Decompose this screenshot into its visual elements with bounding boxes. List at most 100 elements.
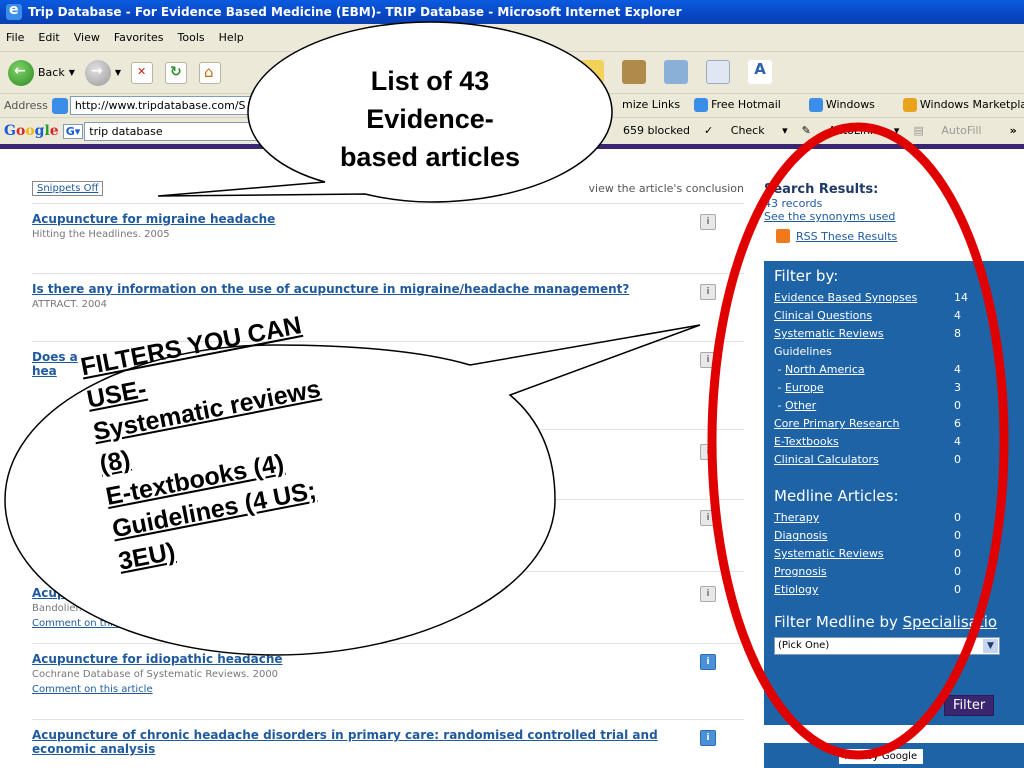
windows-logo-icon	[902, 98, 917, 112]
filter-row[interactable]: Evidence Based Synopses 14	[774, 289, 1014, 307]
comment-link[interactable]: Comment on this article	[32, 618, 744, 629]
people-icon[interactable]	[664, 60, 688, 84]
info-icon[interactable]: i	[700, 352, 716, 368]
search-page-icon[interactable]	[706, 60, 730, 84]
specialisation-title: Filter Medline by Specialisatio	[774, 613, 998, 631]
filter-row[interactable]: - North America 4	[774, 361, 1014, 379]
info-icon[interactable]: i	[700, 510, 716, 526]
refresh-icon[interactable]	[165, 61, 188, 84]
filter-row[interactable]: Clinical Questions 4	[774, 307, 1014, 325]
forward-dropdown-icon[interactable]: ▼	[115, 68, 121, 77]
comment-link[interactable]: Comment on this article	[32, 684, 744, 695]
menu-view[interactable]: View	[74, 31, 100, 44]
ie-page-icon	[694, 98, 709, 112]
spellcheck-icon: ✓	[704, 124, 717, 137]
filter-title: Filter by:	[774, 267, 839, 285]
link-windows-marketplace[interactable]: Windows Marketplace	[902, 98, 1024, 112]
ads-by-google[interactable]: Ads by Google	[839, 749, 924, 764]
menu-file[interactable]: File	[6, 31, 24, 44]
medline-row[interactable]: Therapy 0	[774, 509, 1014, 527]
stop-icon[interactable]	[131, 61, 154, 84]
medline-title: Medline Articles:	[774, 487, 899, 505]
ads-panel: Ads by Google	[764, 743, 1024, 768]
menu-tools[interactable]: Tools	[178, 31, 205, 44]
chevron-down-icon: ▼	[983, 639, 998, 653]
autofill-button[interactable]: ▤ AutoFill	[913, 124, 995, 137]
address-label: Address	[4, 99, 48, 112]
google-search-input[interactable]: trip database	[84, 121, 325, 141]
result-title[interactable]: Acupuncture of chronic headache disorder…	[32, 728, 682, 756]
link-windows[interactable]: Windows	[808, 98, 889, 112]
window-title-bar: Trip Database - For Evidence Based Medic…	[0, 0, 1024, 24]
rss-icon	[776, 229, 790, 243]
specialisation-link[interactable]: Specialisatio	[903, 613, 997, 631]
autofill-icon: ▤	[913, 124, 928, 137]
menu-bar: File Edit View Favorites Tools Help	[0, 24, 1024, 52]
more-chevron-icon[interactable]: »	[1010, 124, 1017, 137]
medline-row[interactable]: Systematic Reviews 0	[774, 545, 1014, 563]
filter-button[interactable]: Filter	[944, 695, 995, 716]
forward-button[interactable]: ▼	[84, 59, 121, 86]
medline-row[interactable]: Etiology 0	[774, 581, 1014, 599]
info-icon[interactable]: i	[700, 586, 716, 602]
filter-row[interactable]: E-Textbooks 4	[774, 433, 1014, 451]
result-title[interactable]: Acupuncture for migraine headache	[32, 212, 682, 226]
result-item: Acupu Bandolier. 20 Comment on this arti…	[32, 572, 744, 644]
result-title[interactable]: Acupu	[32, 586, 682, 600]
result-source: Bandolier. 20	[32, 603, 98, 614]
result-title[interactable]: Acupuncture for idiopathic headache	[32, 652, 682, 666]
result-item: Acupuncture for idiopathic headache Coch…	[32, 644, 744, 720]
back-arrow-icon	[8, 59, 34, 86]
google-tools: 659 blocked ✓ Check ▾ ✎ AutoLink ▾ ▤ Aut…	[623, 124, 1024, 137]
specialisation-select[interactable]: (Pick One) ▼	[774, 637, 1000, 655]
link-customize[interactable]: mize Links	[622, 98, 680, 112]
annotation-list-of-articles: List of 43 Evidence- based articles	[339, 66, 521, 172]
history-icon[interactable]	[622, 60, 646, 84]
medline-row[interactable]: Diagnosis 0	[774, 527, 1014, 545]
info-icon[interactable]: i	[700, 444, 716, 460]
ie-page-icon	[808, 98, 823, 112]
medline-row[interactable]: Prognosis 0	[774, 563, 1014, 581]
info-icon[interactable]: i	[700, 284, 716, 300]
google-g-icon[interactable]: G▾	[62, 123, 84, 139]
address-input[interactable]: http://www.tripdatabase.com/S	[69, 96, 315, 115]
window-title: Trip Database - For Evidence Based Medic…	[28, 5, 682, 19]
font-size-icon[interactable]: A	[748, 60, 772, 84]
filter-row[interactable]: Systematic Reviews 8	[774, 325, 1014, 343]
back-dropdown-icon[interactable]: ▼	[69, 68, 75, 77]
page-icon	[51, 97, 68, 114]
filter-row[interactable]: - Europe 3	[774, 379, 1014, 397]
forward-arrow-icon	[84, 59, 111, 86]
back-button[interactable]: Back ▼	[8, 59, 75, 86]
synonyms-link[interactable]: See the synonyms used	[764, 210, 1024, 223]
menu-help[interactable]: Help	[219, 31, 244, 44]
right-sidebar: Search Results: 43 records See the synon…	[764, 182, 1024, 768]
record-count: 43 records	[764, 197, 823, 210]
links-bar: mize Links Free Hotmail Windows Windows …	[622, 98, 1024, 112]
filter-row[interactable]: - Other 0	[774, 397, 1014, 415]
snippets-row: Snippets Off view the article's conclusi…	[32, 174, 744, 204]
autolink-button[interactable]: ✎ AutoLink ▾	[802, 124, 900, 137]
home-icon[interactable]	[199, 61, 222, 84]
filter-row[interactable]: Clinical Calculators 0	[774, 451, 1014, 469]
menu-edit[interactable]: Edit	[38, 31, 59, 44]
rss-label: RSS These Results	[796, 229, 898, 243]
info-icon[interactable]: i	[700, 654, 716, 670]
link-free-hotmail[interactable]: Free Hotmail	[694, 98, 795, 112]
autolink-icon: ✎	[801, 124, 815, 137]
menu-favorites[interactable]: Favorites	[114, 31, 164, 44]
internet-explorer-icon	[6, 2, 22, 20]
popup-blocked-count[interactable]: 659 blocked	[623, 124, 690, 137]
snippets-toggle[interactable]: Snippets Off	[32, 181, 104, 196]
result-title[interactable]: Is there any information on the use of a…	[32, 282, 682, 296]
result-source: Hitting the Headlines. 2005	[32, 229, 170, 240]
info-icon[interactable]: i	[700, 214, 716, 230]
result-item: Acupuncture of chronic headache disorder…	[32, 720, 744, 766]
spell-check-button[interactable]: ✓ Check ▾	[704, 124, 788, 137]
result-source: Cochrane Database of Systematic Reviews.…	[32, 669, 279, 680]
rss-link[interactable]: RSS These Results	[764, 229, 1024, 243]
favorites-icon[interactable]	[580, 60, 604, 84]
info-icon[interactable]: i	[700, 730, 716, 746]
filter-row[interactable]: Core Primary Research 6	[774, 415, 1014, 433]
filter-panel: Filter by: Evidence Based Synopses 14 Cli…	[764, 261, 1024, 725]
